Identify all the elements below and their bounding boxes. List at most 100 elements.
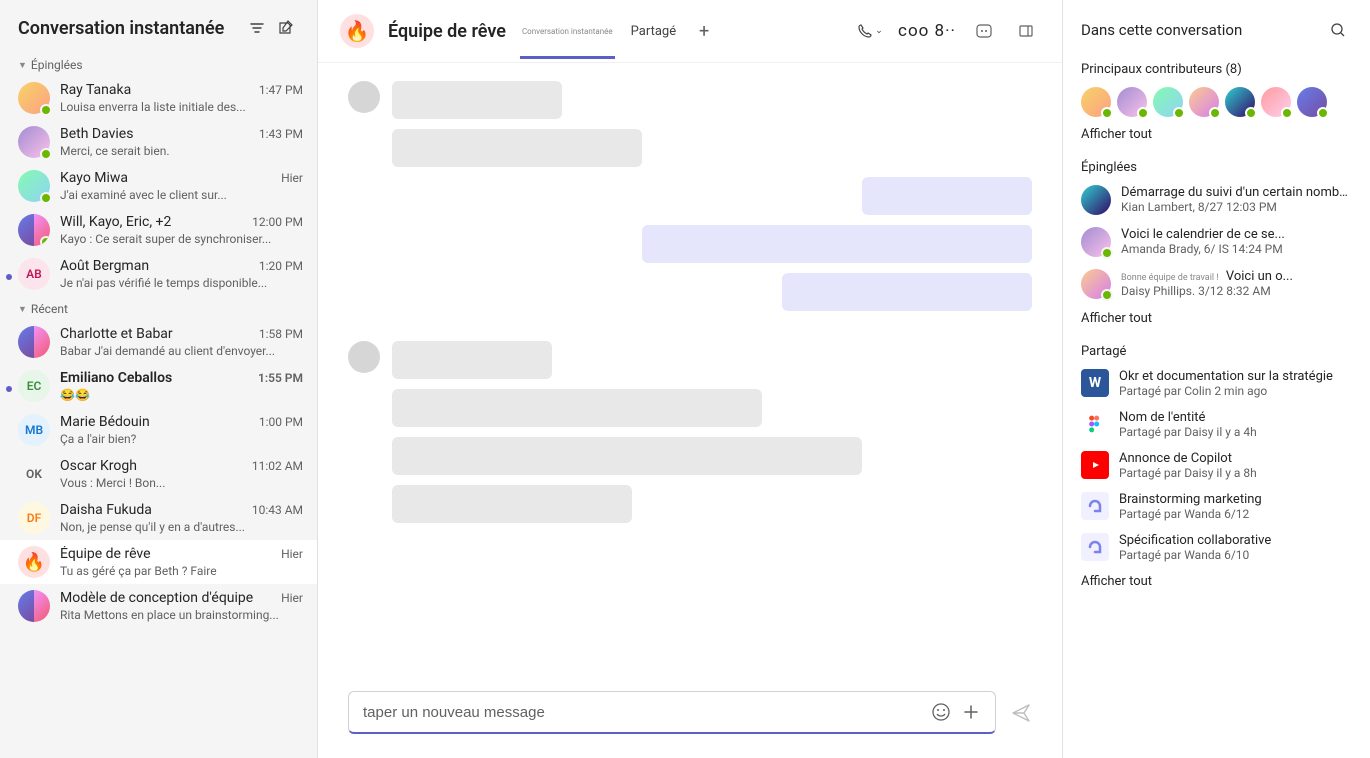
send-icon[interactable] — [1010, 702, 1032, 724]
message-list — [318, 63, 1062, 679]
contributors-row — [1081, 87, 1352, 117]
panel-toggle-icon[interactable] — [1012, 17, 1040, 45]
chat-item[interactable]: OK Oscar Krogh11:02 AM Vous : Merci ! Bo… — [0, 452, 317, 496]
chat-item[interactable]: Beth Davies1:43 PM Merci, ce serait bien… — [0, 120, 317, 164]
message-row — [348, 81, 1032, 119]
message-bubble[interactable] — [392, 129, 642, 167]
message-avatar — [348, 341, 380, 373]
presence-icon — [40, 236, 50, 246]
shared-file[interactable]: Nom de l'entité Partagé par Daisy il y a… — [1081, 410, 1352, 439]
contributor-avatar[interactable] — [1261, 87, 1291, 117]
pinned-badge: Bonne équipe de travail ! — [1121, 273, 1219, 283]
chat-name: Ray Tanaka — [60, 82, 131, 98]
sidebar: Conversation instantanée ▼ Épinglées Ray… — [0, 0, 318, 758]
show-all-pinned[interactable]: Afficher tout — [1081, 311, 1352, 326]
shared-title: Spécification collaborative — [1119, 533, 1352, 548]
message-bubble[interactable] — [392, 341, 552, 379]
chat-name: Will, Kayo, Eric, +2 — [60, 214, 171, 230]
chat-preview: Kayo : Ce serait super de synchroniser..… — [60, 232, 303, 246]
message-bubble[interactable] — [392, 81, 562, 119]
message-bubble[interactable] — [392, 485, 632, 523]
shared-file[interactable]: Brainstorming marketing Partagé par Wand… — [1081, 492, 1352, 521]
chat-preview: Je n'ai pas vérifié le temps disponible.… — [60, 276, 303, 290]
chat-time: 1:00 PM — [259, 415, 303, 429]
message-bubble[interactable] — [392, 437, 862, 475]
filter-icon[interactable] — [243, 14, 271, 42]
participant-count[interactable]: coo 8·· — [898, 21, 956, 41]
unread-dot-icon — [6, 274, 12, 280]
emoji-icon[interactable] — [931, 702, 951, 722]
chat-item[interactable]: Charlotte et Babar1:58 PM Babar J'ai dem… — [0, 320, 317, 364]
tab-chat[interactable]: Conversation instantanée — [520, 23, 615, 40]
pinned-message[interactable]: Voici le calendrier de ce se... Amanda B… — [1081, 227, 1352, 257]
loop-icon — [1081, 492, 1109, 520]
new-chat-icon[interactable] — [271, 14, 299, 42]
chat-name: Beth Davies — [60, 126, 133, 142]
section-label-text: Récent — [31, 302, 68, 316]
chat-preview: J'ai examiné avec le client sur... — [60, 188, 303, 202]
sidebar-title: Conversation instantanée — [18, 18, 243, 39]
add-tab-icon[interactable]: + — [692, 19, 716, 43]
chat-name: Emiliano Ceballos — [60, 370, 172, 386]
chat-preview: Merci, ce serait bien. — [60, 144, 303, 158]
pinned-title: Bonne équipe de travail ! Voici un o... — [1121, 269, 1352, 284]
copilot-icon[interactable] — [970, 17, 998, 45]
presence-icon — [40, 148, 52, 160]
chat-time: 1:55 PM — [258, 371, 303, 385]
shared-meta: Partagé par Daisy il y a 4h — [1119, 425, 1352, 439]
chat-preview: Babar J'ai demandé au client d'envoyer..… — [60, 344, 303, 358]
message-bubble-own[interactable] — [782, 273, 1032, 311]
message-row-own — [348, 177, 1032, 215]
main-header: 🔥 Équipe de rêve Conversation instantané… — [318, 0, 1062, 63]
shared-file[interactable]: W Okr et documentation sur la stratégie … — [1081, 369, 1352, 398]
section-recent[interactable]: ▼ Récent — [0, 296, 317, 320]
chevron-down-icon: ⌄ — [875, 26, 883, 36]
youtube-icon — [1081, 451, 1109, 479]
chat-preview: Vous : Merci ! Bon... — [60, 476, 303, 490]
chat-item[interactable]: Will, Kayo, Eric, +212:00 PM Kayo : Ce s… — [0, 208, 317, 252]
chat-item[interactable]: Modèle de conception d'équipeHier Rita M… — [0, 584, 317, 628]
plus-icon[interactable] — [961, 702, 981, 722]
section-pinned[interactable]: ▼ Épinglées — [0, 52, 317, 76]
shared-file[interactable]: Spécification collaborative Partagé par … — [1081, 533, 1352, 562]
shared-title: Annonce de Copilot — [1119, 451, 1352, 466]
search-icon[interactable] — [1324, 16, 1352, 44]
chat-item-active[interactable]: 🔥 Équipe de rêveHier Tu as géré ça par B… — [0, 540, 317, 584]
main-chat: 🔥 Équipe de rêve Conversation instantané… — [318, 0, 1062, 758]
unread-dot-icon — [6, 386, 12, 392]
chat-item[interactable]: MB Marie Bédouin1:00 PM Ça a l'air bien? — [0, 408, 317, 452]
contributor-avatar[interactable] — [1117, 87, 1147, 117]
shared-file[interactable]: Annonce de Copilot Partagé par Daisy il … — [1081, 451, 1352, 480]
shared-title: Nom de l'entité — [1119, 410, 1352, 425]
show-all-contributors[interactable]: Afficher tout — [1081, 127, 1352, 142]
chat-item[interactable]: Kayo MiwaHier J'ai examiné avec le clien… — [0, 164, 317, 208]
message-input[interactable] — [363, 704, 921, 721]
tab-shared[interactable]: Partagé — [629, 20, 678, 43]
avatar — [18, 170, 50, 202]
avatar — [18, 590, 50, 622]
compose-box[interactable] — [348, 691, 996, 734]
message-bubble[interactable] — [392, 389, 762, 427]
chevron-down-icon: ▼ — [18, 60, 27, 71]
message-bubble-own[interactable] — [642, 225, 1032, 263]
pinned-message[interactable]: Démarrage du suivi d'un certain nombre .… — [1081, 185, 1352, 215]
chat-name: Août Bergman — [60, 258, 149, 274]
chat-time: Hier — [281, 171, 303, 185]
chat-item[interactable]: Ray Tanaka1:47 PM Louisa enverra la list… — [0, 76, 317, 120]
contributor-avatar[interactable] — [1225, 87, 1255, 117]
pinned-message[interactable]: Bonne équipe de travail ! Voici un o... … — [1081, 269, 1352, 299]
contributor-avatar[interactable] — [1081, 87, 1111, 117]
chat-name: Équipe de rêve — [60, 546, 151, 562]
contributor-avatar[interactable] — [1297, 87, 1327, 117]
call-icon[interactable]: ⌄ — [856, 17, 884, 45]
word-icon: W — [1081, 369, 1109, 397]
contributor-avatar[interactable] — [1153, 87, 1183, 117]
show-all-shared[interactable]: Afficher tout — [1081, 574, 1352, 589]
right-panel-header: Dans cette conversation — [1081, 16, 1352, 44]
chat-item[interactable]: AB Août Bergman1:20 PM Je n'ai pas vérif… — [0, 252, 317, 296]
chat-item[interactable]: EC Emiliano Ceballos1:55 PM 😂😂 — [0, 364, 317, 408]
contributor-avatar[interactable] — [1189, 87, 1219, 117]
chat-item[interactable]: DF Daisha Fukuda10:43 AM Non, je pense q… — [0, 496, 317, 540]
message-row-own — [348, 273, 1032, 311]
message-bubble-own[interactable] — [862, 177, 1032, 215]
